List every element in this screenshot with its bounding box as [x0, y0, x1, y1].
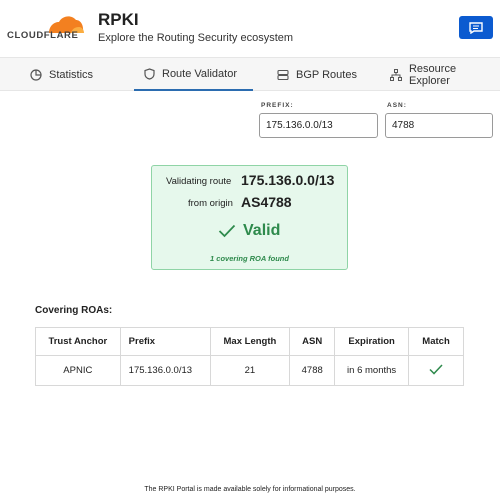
- roa-summary: 1 covering ROA found: [210, 254, 289, 263]
- tab-statistics-label: Statistics: [49, 68, 94, 81]
- validating-label: Validating route: [166, 176, 232, 187]
- col-match: Match: [408, 327, 464, 356]
- tab-bgp-routes-label: BGP Routes: [296, 68, 357, 81]
- validity-status-text: Valid: [243, 222, 281, 239]
- col-prefix: Prefix: [119, 327, 211, 356]
- table-header-row: Trust Anchor Prefix Max Length ASN Expir…: [35, 327, 464, 356]
- logo-wordmark: CLOUDFLARE: [7, 30, 79, 41]
- pie-chart-icon: [30, 68, 42, 81]
- shield-icon: [144, 67, 155, 80]
- tab-resource-explorer-label: Resource Explorer: [408, 62, 457, 87]
- asn-input[interactable]: [385, 113, 493, 138]
- table-row: APNIC 175.136.0.0/13 21 4788 in 6 months: [35, 355, 464, 386]
- origin-label: from origin: [188, 198, 233, 209]
- network-icon: [390, 68, 402, 81]
- origin-asn: AS4788: [241, 194, 292, 210]
- server-icon: [277, 69, 289, 80]
- chat-icon: [469, 21, 483, 34]
- cell-trust-anchor: APNIC: [35, 355, 121, 386]
- tab-resource-explorer[interactable]: Resource Explorer: [390, 58, 500, 91]
- app-title: RPKI: [98, 10, 139, 29]
- feedback-button[interactable]: [459, 16, 493, 39]
- app-subtitle: Explore the Routing Security ecosystem: [98, 32, 294, 44]
- check-icon: [429, 363, 443, 375]
- asn-label: ASN:: [387, 102, 407, 109]
- tab-route-validator-label: Route Validator: [162, 67, 238, 80]
- prefix-label: PREFIX:: [261, 102, 294, 109]
- cloudflare-logo[interactable]: CLOUDFLARE: [7, 12, 84, 42]
- check-icon: [218, 224, 236, 238]
- cell-expiration: in 6 months: [334, 355, 410, 386]
- tab-bgp-routes[interactable]: BGP Routes: [277, 58, 357, 91]
- cell-asn: 4788: [289, 355, 336, 386]
- covering-roas-table: Trust Anchor Prefix Max Length ASN Expir…: [35, 327, 464, 386]
- validation-result-card: Validating route 175.136.0.0/13 from ori…: [151, 165, 348, 270]
- nav-tabs: Statistics Route Validator BGP Routes Re…: [0, 57, 500, 91]
- prefix-input[interactable]: [259, 113, 378, 138]
- col-expiration: Expiration: [334, 327, 410, 356]
- header: CLOUDFLARE RPKI Explore the Routing Secu…: [0, 0, 500, 57]
- cell-prefix: 175.136.0.0/13: [119, 355, 211, 386]
- tab-route-validator[interactable]: Route Validator: [134, 58, 253, 91]
- col-asn: ASN: [289, 327, 336, 356]
- tab-statistics[interactable]: Statistics: [30, 58, 93, 91]
- col-trust-anchor: Trust Anchor: [35, 327, 121, 356]
- validity-status: Valid: [218, 222, 280, 240]
- cell-match: [408, 355, 464, 386]
- footer-disclaimer: The RPKI Portal is made available solely…: [144, 486, 356, 493]
- covering-roas-title: Covering ROAs:: [35, 305, 113, 316]
- cell-max-length: 21: [209, 355, 291, 386]
- validated-route: 175.136.0.0/13: [241, 172, 335, 188]
- col-max-length: Max Length: [209, 327, 291, 356]
